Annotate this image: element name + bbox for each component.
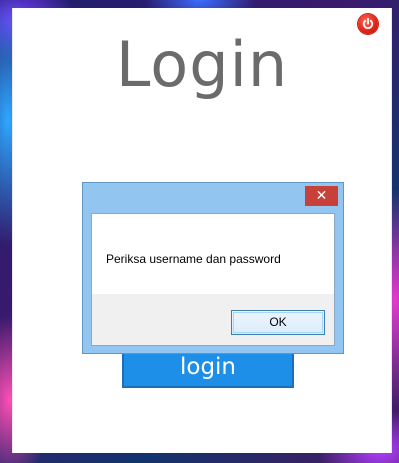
dialog-body: Periksa username dan password OK [91, 213, 335, 346]
page-title: Login [115, 28, 289, 101]
dialog-footer: OK [92, 294, 334, 345]
dialog-message: Periksa username dan password [106, 252, 281, 266]
dialog-titlebar[interactable]: ✕ [83, 183, 343, 213]
message-box-dialog: ✕ Periksa username dan password OK [82, 182, 344, 354]
ok-button[interactable]: OK [231, 310, 325, 335]
login-button[interactable]: login [122, 348, 294, 388]
dialog-close-button[interactable]: ✕ [305, 186, 338, 206]
